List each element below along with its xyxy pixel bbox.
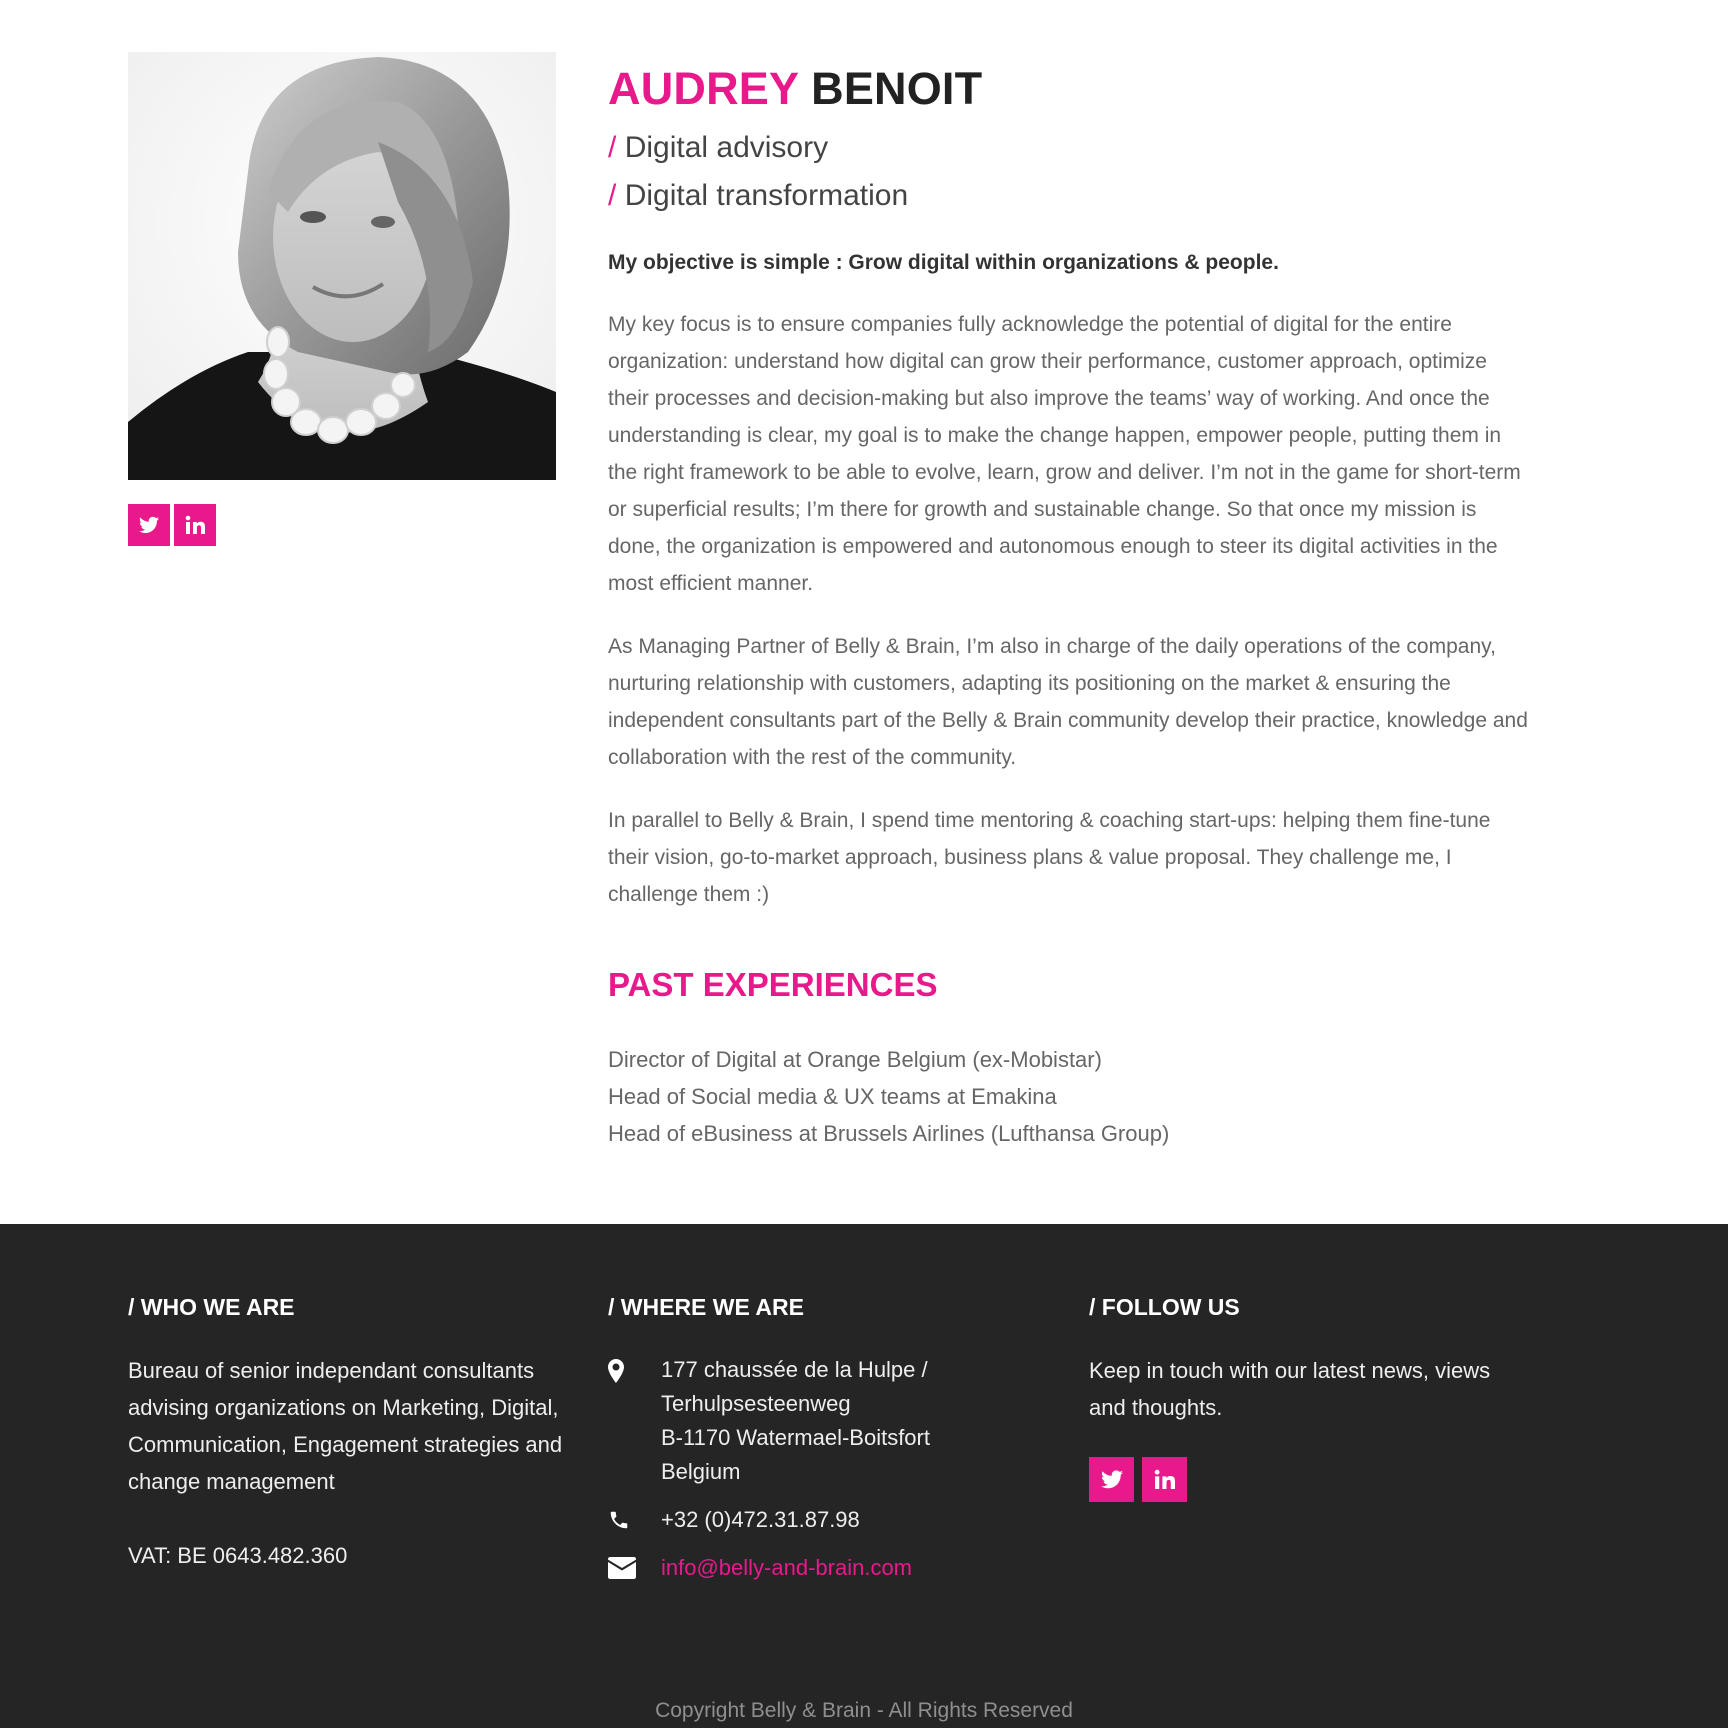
address-row: 177 chaussée de la Hulpe / Terhulpsestee… — [608, 1353, 1028, 1489]
footer-where-we-are: / WHERE WE ARE 177 chaussée de la Hulpe … — [608, 1292, 1028, 1585]
bio-paragraph: In parallel to Belly & Brain, I spend ti… — [608, 809, 1491, 906]
twitter-button[interactable] — [128, 504, 170, 546]
twitter-icon — [139, 516, 159, 533]
where-we-are-title: / WHERE WE ARE — [608, 1294, 804, 1320]
footer-twitter-button[interactable] — [1089, 1457, 1134, 1502]
objective-statement: My objective is simple : Grow digital wi… — [608, 251, 1279, 274]
first-name: AUDREY — [608, 63, 799, 114]
linkedin-icon — [1154, 1469, 1175, 1489]
phone-number[interactable]: +32 (0)472.31.87.98 — [661, 1503, 860, 1537]
contact-list: 177 chaussée de la Hulpe / Terhulpsestee… — [608, 1353, 1028, 1585]
role-list: / Digital advisory / Digital transformat… — [608, 124, 1528, 220]
role-item: / Digital advisory — [608, 124, 1528, 172]
follow-us-title: / FOLLOW US — [1089, 1294, 1240, 1320]
phone-icon — [608, 1503, 661, 1536]
twitter-icon — [1100, 1470, 1123, 1489]
address-line: Belgium — [661, 1459, 741, 1484]
footer-linkedin-button[interactable] — [1142, 1457, 1187, 1502]
email-link[interactable]: info@belly-and-brain.com — [661, 1551, 912, 1585]
experience-item: Head of eBusiness at Brussels Airlines (… — [608, 1121, 1170, 1146]
vat-number: VAT: BE 0643.482.360 — [128, 1543, 348, 1568]
footer-follow-us: / FOLLOW US Keep in touch with our lates… — [1089, 1292, 1529, 1426]
address-line: B-1170 Watermael-Boitsfort — [661, 1425, 930, 1450]
copyright-text: Copyright Belly & Brain - All Rights Res… — [655, 1699, 1073, 1722]
profile-photo — [128, 52, 556, 480]
bio-paragraph: My key focus is to ensure companies full… — [608, 313, 1521, 595]
past-experiences-title: PAST EXPERIENCES — [608, 966, 938, 1003]
email-row: info@belly-and-brain.com — [608, 1551, 1028, 1585]
person-name: AUDREY BENOIT — [608, 60, 1528, 118]
map-marker-icon — [608, 1353, 661, 1388]
site-footer: / WHO WE ARE Bureau of senior independan… — [0, 1224, 1728, 1728]
experience-list: Director of Digital at Orange Belgium (e… — [608, 1041, 1528, 1152]
bio-paragraph: As Managing Partner of Belly & Brain, I’… — [608, 635, 1528, 769]
phone-row: +32 (0)472.31.87.98 — [608, 1503, 1028, 1537]
who-we-are-title: / WHO WE ARE — [128, 1294, 295, 1320]
address-text: 177 chaussée de la Hulpe / Terhulpsestee… — [661, 1353, 930, 1489]
footer-who-we-are: / WHO WE ARE Bureau of senior independan… — [128, 1292, 568, 1574]
follow-us-text: Keep in touch with our latest news, view… — [1089, 1358, 1491, 1420]
role-label: Digital advisory — [624, 131, 829, 164]
role-slash: / — [608, 131, 617, 164]
role-slash: / — [608, 179, 617, 212]
profile-section: AUDREY BENOIT / Digital advisory / Digit… — [0, 0, 1728, 1224]
footer-social-links — [1089, 1457, 1187, 1502]
profile-content: AUDREY BENOIT / Digital advisory / Digit… — [608, 60, 1528, 1152]
address-line: 177 chaussée de la Hulpe / — [661, 1357, 928, 1382]
envelope-icon — [608, 1551, 661, 1584]
address-line: Terhulpsesteenweg — [661, 1391, 851, 1416]
role-label: Digital transformation — [624, 179, 909, 212]
about-text: Bureau of senior independant consultants… — [128, 1358, 563, 1494]
linkedin-icon — [185, 515, 205, 534]
experience-item: Head of Social media & UX teams at Emaki… — [608, 1084, 1057, 1109]
experience-item: Director of Digital at Orange Belgium (e… — [608, 1047, 1102, 1072]
profile-social-links — [128, 504, 216, 546]
role-item: / Digital transformation — [608, 172, 1528, 220]
linkedin-button[interactable] — [174, 504, 216, 546]
last-name: BENOIT — [811, 63, 983, 114]
